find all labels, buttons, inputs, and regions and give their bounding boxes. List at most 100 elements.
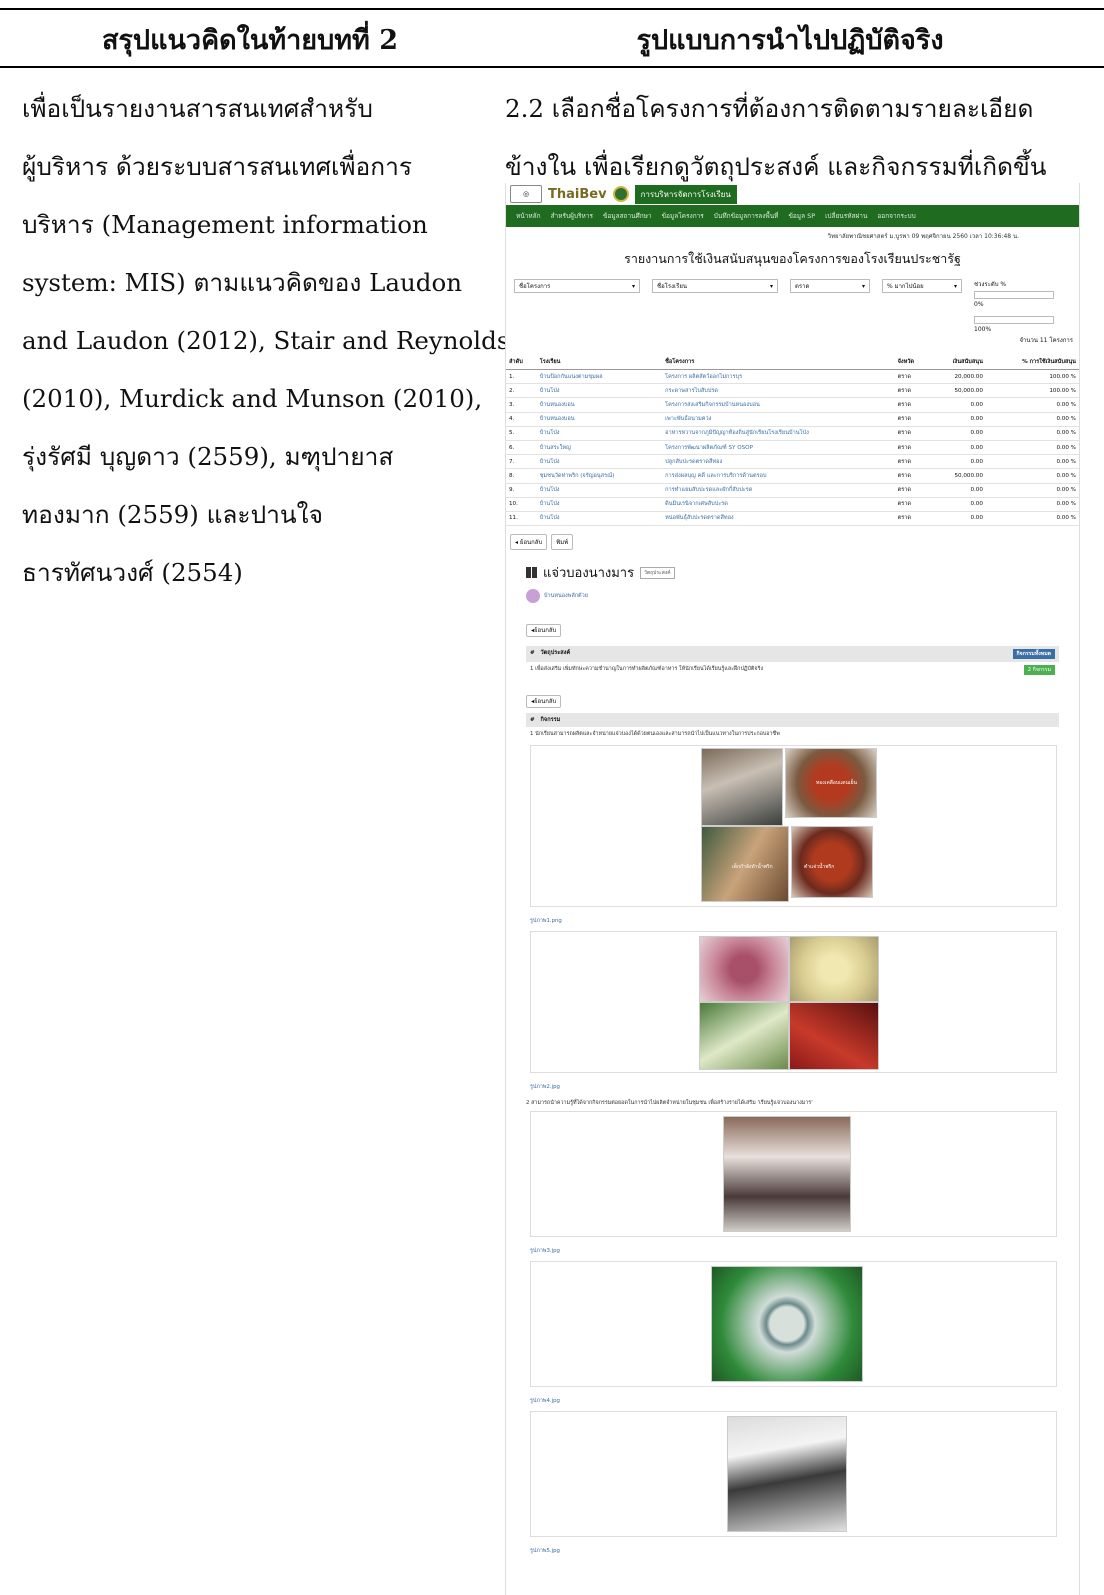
table-row[interactable]: 6. บ้านสระใหญ่ โครงการพัฒนาผลิตภัณฑ์ SY OS… [506,440,1079,456]
nav-item-sp[interactable]: ข้อมูล SP [788,211,815,221]
cell-school[interactable]: บ้านโป่ง [536,426,663,441]
cell-province: ตราด [894,369,930,385]
cell-project[interactable]: โครงการพัฒนาผลิตภัณฑ์ SY OSOP [662,440,895,456]
table-row[interactable]: 1. บ้านป้อกกันแนงตามขุมผล โครงการ ผลิตสัตว… [506,369,1079,385]
cell-project[interactable]: กระดาษสารไบสับปรด [662,383,895,399]
cell-school[interactable]: ชุมชนวัดท่าพริก (จรัญอนุสรณ์) [536,468,663,484]
photo-chili-paste: ทองเคลือบแดนเย็น [785,748,877,819]
objectives-header: # วัตถุประสงค์ กิจกรรมทั้งหมด [526,646,1059,663]
table-row[interactable]: 11. บ้านโป่ง หน่อพันธุ์สับปะรดตราดสีทอง ตรา… [506,511,1079,527]
photo-frame-3 [530,1111,1057,1238]
cell-budget: 0.00 [929,412,986,427]
nav-item-logout[interactable]: ออกจากระบบ [877,211,915,221]
back-small-button-2[interactable]: ◂ย้อนกลับ [526,695,562,709]
range-slider[interactable]: ช่วงระดับ % 0% 100% [974,279,1054,333]
col-school: โรงเรียน [536,355,663,370]
cell-percent: 0.00 % [985,412,1079,427]
activities-section: # กิจกรรม 1 นักเรียนสามารถผลิตและจำหน่าย… [526,713,1059,741]
cell-school[interactable]: บ้านหนองบอน [536,412,663,427]
cell-school[interactable]: บ้านโป่ง [536,483,663,498]
cell-project[interactable]: การทำแยมสับปะรดและผักกี่สับปะรด [662,483,895,498]
cell-budget: 50,000.00 [929,468,986,484]
province-filter-select[interactable]: ตราด ▾ [790,279,870,293]
table-row[interactable]: 4. บ้านหนองบอน เพาะพันธ์อนามคว่ง ตราด 0.00 0.… [506,412,1079,427]
cell-school[interactable]: บ้านสระใหญ่ [536,440,663,456]
table-row[interactable]: 10. บ้านโป่ง ดินมินเรนิจากเศษสับปะรด ตราด 0.… [506,497,1079,512]
cell-percent: 100.00 % [985,369,1079,385]
filter-bar: ชื่อโครงการ ▾ ชื่อโรงเรียน ▾ ตราด ▾ % มากไป… [506,269,1079,333]
project-filter-select[interactable]: ชื่อโครงการ ▾ [514,279,640,293]
grid-icon [526,567,537,579]
left-line: system: MIS) ตามแนวคิดของ Laudon [22,268,462,297]
photo-cooking-2: เด็กกำลังทำน้ำพริก [701,826,789,903]
cell-project[interactable]: โครงการ ผลิตสัตว์ออกไม่การบุร [662,369,895,385]
back-small-button[interactable]: ◂ย้อนกลับ [526,624,562,638]
table-row[interactable]: 8. ชุมชนวัดท่าพริก (จรัญอนุสรณ์) การส่งผลบ… [506,468,1079,484]
photo-group [723,1116,851,1233]
table-row[interactable]: 3. บ้านหนองบอน โครงการส่งเสริมกิจกรรมบ้านห… [506,397,1079,413]
cell-no: 5. [506,426,537,441]
photo-caption-4[interactable]: รูปภาพ4.jpg [530,1397,1079,1405]
photo-caption-5[interactable]: รูปภาพ5.jpg [530,1547,1079,1555]
cell-budget: 50,000.00 [929,383,986,399]
cell-school[interactable]: บ้านโป่ง [536,511,663,527]
cell-budget: 0.00 [929,497,986,512]
cell-project[interactable]: เพาะพันธ์อนามคว่ง [662,412,895,427]
nav-item-field-log[interactable]: บันทึกข้อมูลการลงพื้นที่ [714,211,779,221]
school-row[interactable]: บ้านหนองพลักตัวย [526,589,1059,604]
activity-count-badge[interactable]: 2 กิจกรรม [1023,665,1055,676]
right-line: 2.2 เลือกชื่อโครงการที่ต้องการติดตามรายล… [505,94,1034,123]
cell-percent: 0.00 % [985,483,1079,498]
cell-budget: 0.00 [929,511,986,527]
photo-caption-1[interactable]: รูปภาพ1.png [530,917,1079,925]
school-name: บ้านหนองพลักตัวย [544,593,588,600]
cell-school[interactable]: บ้านโป่ง [536,383,663,399]
nav-item-change-password[interactable]: เปลี่ยนรหัสผ่าน [825,211,867,221]
cell-school[interactable]: บ้านโป่ง [536,454,663,470]
cell-project[interactable]: ดินมินเรนิจากเศษสับปะรด [662,497,895,512]
cell-province: ตราด [894,454,930,470]
partner-logo: ◎ [510,185,542,203]
nav-item-executive[interactable]: สำหรับผู้บริหาร [551,211,593,221]
back-button[interactable]: ◂ ย้อนกลับ [510,534,548,551]
photo-garlic [789,936,879,1003]
school-filter-select[interactable]: ชื่อโรงเรียน ▾ [652,279,778,293]
cell-budget: 0.00 [929,454,986,470]
cell-project[interactable]: หน่อพันธุ์สับปะรดตราดสีทอง [662,511,895,527]
all-activities-button[interactable]: กิจกรรมทั้งหมด [1012,649,1055,660]
photo-lemongrass [699,1002,789,1071]
table-row[interactable]: 2. บ้านโป่ง กระดาษสารไบสับปรด ตราด 50,000.00… [506,383,1079,399]
photo-caption-3[interactable]: รูปภาพ3.jpg [530,1247,1079,1255]
sort-select[interactable]: % มากไปน้อย ▾ [882,279,962,293]
cell-school[interactable]: บ้านป้อกกันแนงตามขุมผล [536,369,663,385]
nav-item-project-info[interactable]: ข้อมูลโครงการ [662,211,704,221]
cell-no: 2. [506,383,537,399]
cell-no: 11. [506,511,537,527]
table-header-row: ลำดับ โรงเรียน ชื่อโครงการ จังหวัด เงินส… [506,355,1079,370]
cell-project[interactable]: ปลูกสับปะรดตราดสีทอง [662,454,895,470]
cell-school[interactable]: บ้านหนองบอน [536,397,663,413]
nav-item-home[interactable]: หน้าหลัก [516,211,541,221]
cell-no: 10. [506,497,537,512]
cell-no: 4. [506,412,537,427]
photo-caption-2[interactable]: รูปภาพ2.jpg [530,1083,1079,1091]
table-row[interactable]: 9. บ้านโป่ง การทำแยมสับปะรดและผักกี่สับปะร… [506,483,1079,498]
photo-cooking-1 [701,748,783,827]
table-row[interactable]: 7. บ้านโป่ง ปลูกสับปะรดตราดสีทอง ตราด 0.00 0.… [506,454,1079,470]
cell-project[interactable]: อาหารหวานจากภูมิปัญญาท้องถิ่นสู่นักเรียน… [662,426,895,441]
cell-project[interactable]: การส่งผลบุญ คดี และการบริการด้านตรอบ [662,468,895,484]
school-seal-icon [612,186,629,202]
photo-frame-5 [530,1411,1057,1538]
thaibev-logo: ThaiBev [548,186,607,202]
table-row[interactable]: 5. บ้านโป่ง อาหารหวานจากภูมิปัญญาท้องถิ่นส… [506,426,1079,441]
action-buttons: ◂ ย้อนกลับ พิมพ์ [506,526,1079,558]
cell-school[interactable]: บ้านโป่ง [536,497,663,512]
photo-products [711,1266,863,1383]
activity-row-1: 1 นักเรียนสามารถผลิตและจำหน่ายแจ่วบองได้… [530,731,780,738]
print-button[interactable]: พิมพ์ [551,534,574,551]
col-budget: เงินสนับสนุน [929,355,986,370]
nav-item-school-info[interactable]: ข้อมูลสถานศึกษา [603,211,652,221]
left-line: รุ่งรัศมี บุญดาว (2559), มฑุปายาส [22,442,394,471]
cell-project[interactable]: โครงการส่งเสริมกิจกรรมบ้านหนองบอน [662,397,895,413]
cell-no: 7. [506,454,537,470]
